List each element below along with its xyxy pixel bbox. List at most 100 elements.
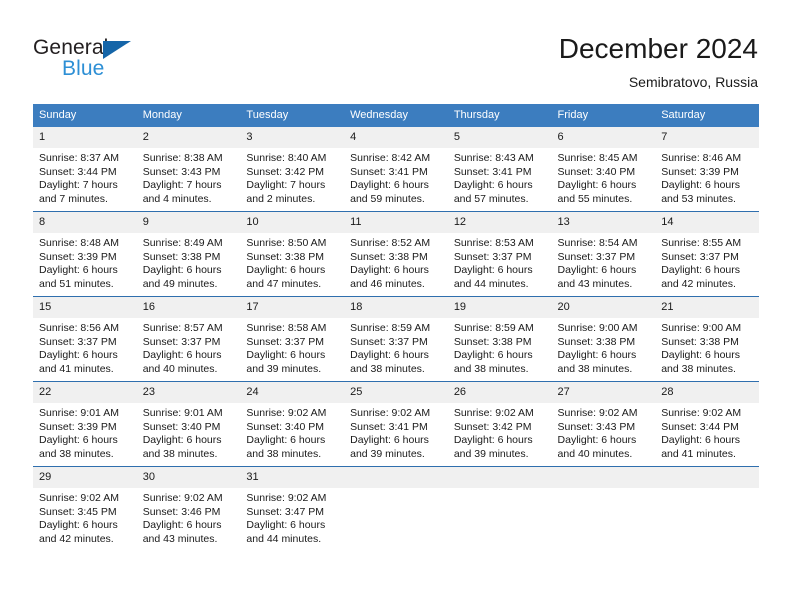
calendar-day-cell[interactable]: 12 Sunrise: 8:53 AM Sunset: 3:37 PM Dayligh…	[447, 211, 552, 297]
calendar-day-cell[interactable]: 13 Sunrise: 8:54 AM Sunset: 3:37 PM Dayligh…	[551, 211, 656, 297]
calendar-day-cell[interactable]: 3 Sunrise: 8:40 AM Sunset: 3:42 PM Daylight…	[240, 127, 345, 212]
calendar-day-cell[interactable]: 2 Sunrise: 8:38 AM Sunset: 3:43 PM Daylight…	[136, 127, 241, 212]
calendar-day-cell-empty	[344, 466, 448, 551]
day-details: Sunrise: 9:01 AM Sunset: 3:39 PM Daylight:…	[33, 403, 137, 461]
sunset-text: Sunset: 3:39 PM	[661, 165, 739, 178]
calendar-day-cell[interactable]: 31 Sunrise: 9:02 AM Sunset: 3:47 PM Dayligh…	[240, 466, 345, 551]
weekday-header-sunday: Sunday	[33, 104, 137, 127]
day-details: Sunrise: 9:02 AM Sunset: 3:42 PM Daylight:…	[448, 403, 552, 461]
day-number: 14	[655, 212, 759, 233]
calendar-day-cell[interactable]: 7 Sunrise: 8:46 AM Sunset: 3:39 PM Daylight…	[655, 127, 759, 212]
daylight-text-line1: Daylight: 6 hours	[557, 264, 637, 277]
calendar-day-cell[interactable]: 27 Sunrise: 9:02 AM Sunset: 3:43 PM Dayligh…	[551, 381, 656, 467]
sunrise-text: Sunrise: 8:48 AM	[39, 237, 119, 249]
calendar-day-cell[interactable]: 16 Sunrise: 8:57 AM Sunset: 3:37 PM Dayligh…	[136, 296, 241, 382]
day-details: Sunrise: 8:57 AM Sunset: 3:37 PM Daylight:…	[137, 318, 241, 376]
calendar-day-cell[interactable]: 19 Sunrise: 8:59 AM Sunset: 3:38 PM Dayligh…	[447, 296, 552, 382]
daylight-text-line1: Daylight: 7 hours	[246, 179, 326, 192]
calendar-day-cell[interactable]: 23 Sunrise: 9:01 AM Sunset: 3:40 PM Dayligh…	[136, 381, 241, 467]
sunrise-text: Sunrise: 8:40 AM	[246, 152, 327, 164]
calendar-day-cell[interactable]: 28 Sunrise: 9:02 AM Sunset: 3:44 PM Dayligh…	[655, 381, 759, 467]
sunset-text: Sunset: 3:45 PM	[39, 505, 117, 518]
calendar-day-cell[interactable]: 1 Sunrise: 8:37 AM Sunset: 3:44 PM Daylight…	[33, 127, 137, 212]
sunrise-text: Sunrise: 9:00 AM	[557, 322, 638, 334]
day-details: Sunrise: 9:02 AM Sunset: 3:46 PM Daylight:…	[137, 488, 241, 546]
daylight-text-line1: Daylight: 6 hours	[246, 434, 326, 447]
page-subtitle: Semibratovo, Russia	[628, 74, 758, 90]
calendar-day-cell[interactable]: 21 Sunrise: 9:00 AM Sunset: 3:38 PM Dayligh…	[655, 296, 759, 382]
daylight-text-line2: and 38 minutes.	[453, 362, 529, 375]
daylight-text-line1: Daylight: 6 hours	[661, 349, 741, 362]
day-details: Sunrise: 9:02 AM Sunset: 3:47 PM Daylight:…	[240, 488, 344, 546]
day-details: Sunrise: 8:48 AM Sunset: 3:39 PM Daylight:…	[33, 233, 137, 291]
day-details	[552, 488, 656, 492]
daylight-text-line2: and 44 minutes.	[246, 532, 322, 545]
day-number: 10	[240, 212, 345, 233]
day-details	[655, 488, 759, 492]
calendar-day-cell[interactable]: 20 Sunrise: 9:00 AM Sunset: 3:38 PM Dayligh…	[551, 296, 656, 382]
day-details: Sunrise: 9:00 AM Sunset: 3:38 PM Daylight:…	[552, 318, 656, 376]
day-number: 18	[344, 297, 448, 318]
daylight-text-line2: and 38 minutes.	[142, 447, 218, 460]
calendar-day-cell[interactable]: 6 Sunrise: 8:45 AM Sunset: 3:40 PM Daylight…	[551, 127, 656, 212]
calendar-week-row: 8 Sunrise: 8:48 AM Sunset: 3:39 PM Daylight…	[33, 211, 759, 297]
calendar-day-cell[interactable]: 4 Sunrise: 8:42 AM Sunset: 3:41 PM Daylight…	[344, 127, 448, 212]
sunrise-text: Sunrise: 9:01 AM	[39, 407, 119, 419]
calendar-day-cell[interactable]: 17 Sunrise: 8:58 AM Sunset: 3:37 PM Dayligh…	[240, 296, 345, 382]
sunrise-text: Sunrise: 9:02 AM	[246, 492, 327, 504]
daylight-text-line2: and 41 minutes.	[661, 447, 736, 460]
day-details: Sunrise: 9:00 AM Sunset: 3:38 PM Daylight:…	[655, 318, 759, 376]
calendar-day-cell[interactable]: 5 Sunrise: 8:43 AM Sunset: 3:41 PM Daylight…	[447, 127, 552, 212]
calendar-day-cell[interactable]: 14 Sunrise: 8:55 AM Sunset: 3:37 PM Dayligh…	[655, 211, 759, 297]
sunrise-text: Sunrise: 9:02 AM	[142, 492, 223, 504]
daylight-text-line1: Daylight: 6 hours	[557, 434, 637, 447]
day-details: Sunrise: 8:43 AM Sunset: 3:41 PM Daylight:…	[448, 148, 552, 206]
day-number: 21	[655, 297, 759, 318]
day-details: Sunrise: 9:02 AM Sunset: 3:43 PM Daylight:…	[552, 403, 656, 461]
daylight-text-line2: and 51 minutes.	[39, 277, 114, 290]
sunrise-text: Sunrise: 8:37 AM	[39, 152, 119, 164]
sunrise-text: Sunrise: 8:58 AM	[246, 322, 327, 334]
daylight-text-line2: and 38 minutes.	[246, 447, 322, 460]
daylight-text-line2: and 39 minutes.	[246, 362, 322, 375]
calendar-day-cell[interactable]: 9 Sunrise: 8:49 AM Sunset: 3:38 PM Daylight…	[136, 211, 241, 297]
calendar-body: 1 Sunrise: 8:37 AM Sunset: 3:44 PM Daylight…	[33, 127, 759, 551]
day-number: 23	[136, 382, 241, 403]
calendar-day-cell[interactable]: 18 Sunrise: 8:59 AM Sunset: 3:37 PM Dayligh…	[344, 296, 448, 382]
calendar-day-cell[interactable]: 25 Sunrise: 9:02 AM Sunset: 3:41 PM Dayligh…	[344, 381, 448, 467]
sunrise-text: Sunrise: 8:52 AM	[350, 237, 431, 249]
daylight-text-line1: Daylight: 6 hours	[350, 434, 429, 447]
triangle-icon	[103, 41, 131, 59]
calendar-day-cell[interactable]: 29 Sunrise: 9:02 AM Sunset: 3:45 PM Dayligh…	[33, 466, 137, 551]
calendar-day-cell[interactable]: 11 Sunrise: 8:52 AM Sunset: 3:38 PM Dayligh…	[344, 211, 448, 297]
day-number: 17	[240, 297, 345, 318]
day-details: Sunrise: 8:54 AM Sunset: 3:37 PM Daylight:…	[552, 233, 656, 291]
daylight-text-line2: and 38 minutes.	[350, 362, 425, 375]
calendar-day-cell[interactable]: 15 Sunrise: 8:56 AM Sunset: 3:37 PM Dayligh…	[33, 296, 137, 382]
calendar-day-cell[interactable]: 26 Sunrise: 9:02 AM Sunset: 3:42 PM Dayligh…	[447, 381, 552, 467]
day-details: Sunrise: 9:02 AM Sunset: 3:40 PM Daylight:…	[240, 403, 344, 461]
calendar-day-cell[interactable]: 30 Sunrise: 9:02 AM Sunset: 3:46 PM Dayligh…	[136, 466, 241, 551]
calendar-week-row: 1 Sunrise: 8:37 AM Sunset: 3:44 PM Daylight…	[33, 127, 759, 212]
calendar-day-cell[interactable]: 22 Sunrise: 9:01 AM Sunset: 3:39 PM Dayligh…	[33, 381, 137, 467]
sunrise-text: Sunrise: 8:57 AM	[142, 322, 223, 334]
weekday-header-thursday: Thursday	[447, 104, 552, 127]
calendar-week-row: 22 Sunrise: 9:01 AM Sunset: 3:39 PM Dayligh…	[33, 381, 759, 467]
calendar-day-cell-empty	[655, 466, 759, 551]
day-details: Sunrise: 8:42 AM Sunset: 3:41 PM Daylight:…	[344, 148, 448, 206]
calendar-day-cell[interactable]: 8 Sunrise: 8:48 AM Sunset: 3:39 PM Daylight…	[33, 211, 137, 297]
calendar-day-cell[interactable]: 24 Sunrise: 9:02 AM Sunset: 3:40 PM Dayligh…	[240, 381, 345, 467]
daylight-text-line1: Daylight: 6 hours	[350, 179, 429, 192]
daylight-text-line1: Daylight: 6 hours	[557, 179, 637, 192]
sunset-text: Sunset: 3:37 PM	[142, 335, 221, 348]
sunset-text: Sunset: 3:37 PM	[453, 250, 532, 263]
daylight-text-line2: and 40 minutes.	[142, 362, 218, 375]
day-details: Sunrise: 8:45 AM Sunset: 3:40 PM Daylight:…	[552, 148, 656, 206]
sunset-text: Sunset: 3:46 PM	[142, 505, 221, 518]
general-blue-logo[interactable]: General Blue	[33, 36, 263, 88]
day-details: Sunrise: 8:37 AM Sunset: 3:44 PM Daylight:…	[33, 148, 137, 206]
day-number: 16	[136, 297, 241, 318]
calendar-day-cell[interactable]: 10 Sunrise: 8:50 AM Sunset: 3:38 PM Dayligh…	[240, 211, 345, 297]
daylight-text-line1: Daylight: 6 hours	[39, 264, 118, 277]
sunrise-text: Sunrise: 8:55 AM	[661, 237, 742, 249]
